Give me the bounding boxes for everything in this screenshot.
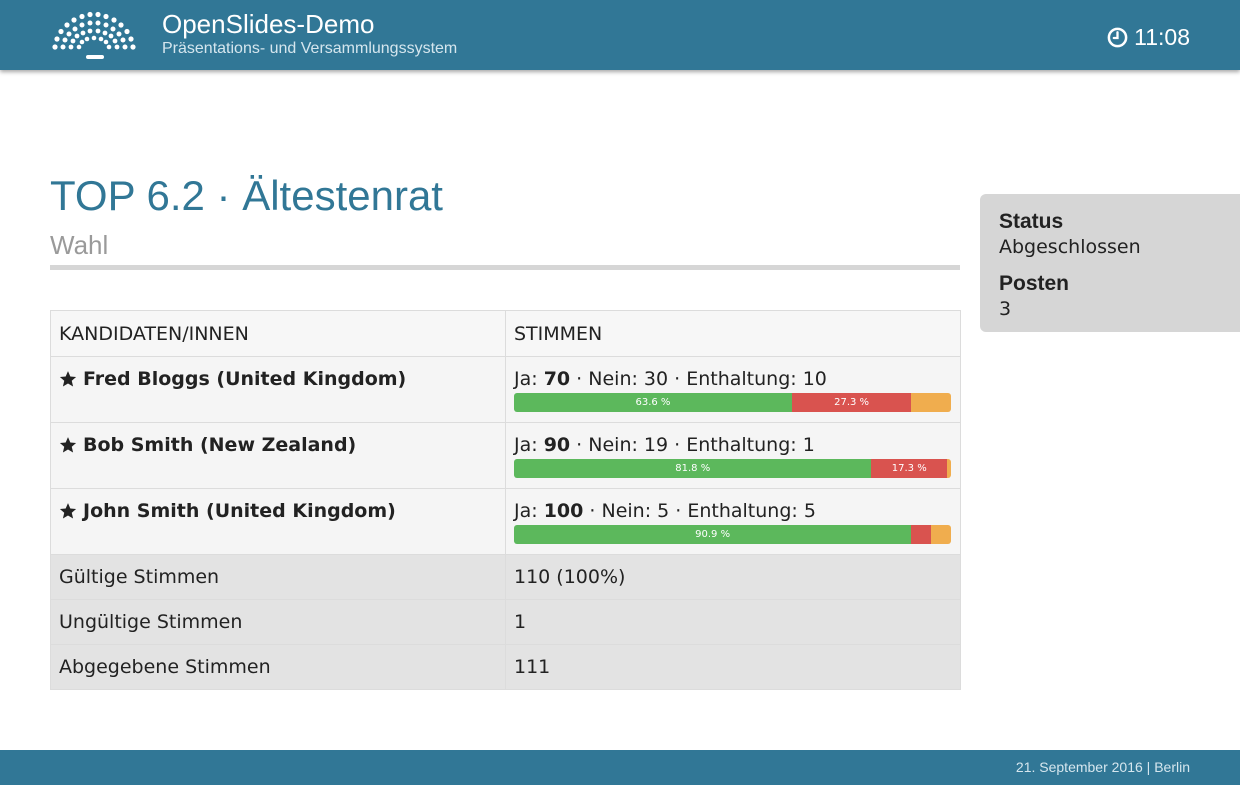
star-icon — [59, 371, 77, 387]
votes-cell: Ja: 100 · Nein: 5 · Enthaltung: 5 90.9 % — [505, 488, 961, 555]
title-divider — [50, 265, 960, 270]
vote-progress-bar: 81.8 % 17.3 % — [514, 459, 951, 478]
column-header-candidates: KANDIDATEN/INNEN — [50, 310, 506, 357]
votes-summary: Ja: 70 · Nein: 30 · Enthaltung: 10 — [514, 368, 952, 390]
candidate-name-text: Bob Smith (New Zealand) — [83, 434, 357, 456]
election-results-table: KANDIDATEN/INNEN STIMMEN Fred Bloggs (Un… — [50, 310, 961, 690]
bar-segment-no — [911, 525, 931, 544]
candidate-name: John Smith (United Kingdom) — [59, 500, 497, 522]
bar-segment-yes: 63.6 % — [514, 393, 792, 412]
bar-segment-no: 17.3 % — [871, 459, 948, 478]
summary-value: 110 (100%) — [505, 554, 961, 600]
yes-label: Ja: — [514, 368, 544, 390]
candidate-cell: Fred Bloggs (United Kingdom) — [50, 356, 506, 423]
no-abstain-text: · Nein: 5 · Enthaltung: 5 — [583, 500, 816, 522]
summary-label: Abgegebene Stimmen — [50, 644, 506, 690]
summary-label: Gültige Stimmen — [50, 554, 506, 600]
candidate-name: Fred Bloggs (United Kingdom) — [59, 368, 497, 390]
footer-bar: 21. September 2016 | Berlin — [0, 750, 1240, 785]
app-subtitle: Präsentations- und Versammlungssystem — [162, 40, 458, 57]
votes-cell: Ja: 90 · Nein: 19 · Enthaltung: 1 81.8 % 1… — [505, 422, 961, 489]
status-panel: Status Abgeschlossen Posten 3 — [980, 194, 1240, 332]
no-abstain-text: · Nein: 19 · Enthaltung: 1 — [570, 434, 815, 456]
clock-icon — [1107, 27, 1128, 47]
summary-value: 111 — [505, 644, 961, 690]
candidate-row: Bob Smith (New Zealand) Ja: 90 · Nein: 19… — [50, 422, 961, 489]
yes-count: 90 — [543, 434, 571, 456]
clock-time: 11:08 — [1134, 23, 1190, 50]
summary-row: Gültige Stimmen 110 (100%) — [50, 554, 961, 600]
votes-summary: Ja: 100 · Nein: 5 · Enthaltung: 5 — [514, 500, 952, 522]
column-header-votes: STIMMEN — [505, 310, 961, 357]
header-bar: OpenSlides-Demo Präsentations- und Versa… — [0, 0, 1240, 70]
app-title: OpenSlides-Demo — [162, 9, 375, 39]
candidate-cell: Bob Smith (New Zealand) — [50, 422, 506, 489]
summary-row: Abgegebene Stimmen 111 — [50, 644, 961, 690]
candidate-cell: John Smith (United Kingdom) — [50, 488, 506, 555]
votes-summary: Ja: 90 · Nein: 19 · Enthaltung: 1 — [514, 434, 952, 456]
bar-segment-abstain — [911, 393, 951, 412]
candidate-name: Bob Smith (New Zealand) — [59, 434, 497, 456]
bar-segment-abstain — [930, 525, 951, 544]
candidate-name-text: John Smith (United Kingdom) — [83, 500, 396, 522]
star-icon — [59, 437, 77, 453]
no-abstain-text: · Nein: 30 · Enthaltung: 10 — [570, 368, 827, 390]
yes-count: 100 — [543, 500, 584, 522]
vote-progress-bar: 90.9 % — [514, 525, 951, 544]
candidate-row: John Smith (United Kingdom) Ja: 100 · Nei… — [50, 488, 961, 555]
yes-label: Ja: — [514, 434, 544, 456]
yes-count: 70 — [543, 368, 571, 390]
summary-label: Ungültige Stimmen — [50, 599, 506, 645]
footer-text: 21. September 2016 | Berlin — [1015, 759, 1190, 775]
summary-value: 1 — [505, 599, 961, 645]
bar-segment-abstain — [947, 459, 951, 478]
openslides-logo — [52, 11, 136, 59]
bar-segment-yes: 81.8 % — [514, 459, 872, 478]
posts-label: Posten — [999, 272, 1070, 295]
candidate-name-text: Fred Bloggs (United Kingdom) — [83, 368, 407, 390]
candidate-row: Fred Bloggs (United Kingdom) Ja: 70 · Nei… — [50, 356, 961, 423]
status-label: Status — [999, 210, 1064, 233]
star-icon — [59, 503, 77, 519]
posts-value: 3 — [999, 298, 1012, 320]
clock: 11:08 — [1107, 24, 1190, 50]
table-header-row: KANDIDATEN/INNEN STIMMEN — [50, 310, 961, 357]
status-value: Abgeschlossen — [999, 236, 1141, 258]
page-subtitle: Wahl — [50, 230, 109, 260]
bar-segment-no: 27.3 % — [791, 393, 912, 412]
yes-label: Ja: — [514, 500, 544, 522]
summary-row: Ungültige Stimmen 1 — [50, 599, 961, 645]
votes-cell: Ja: 70 · Nein: 30 · Enthaltung: 10 63.6 %… — [505, 356, 961, 423]
page-title: TOP 6.2 · Ältestenrat — [50, 172, 443, 219]
vote-progress-bar: 63.6 % 27.3 % — [514, 393, 951, 412]
bar-segment-yes: 90.9 % — [514, 525, 912, 544]
